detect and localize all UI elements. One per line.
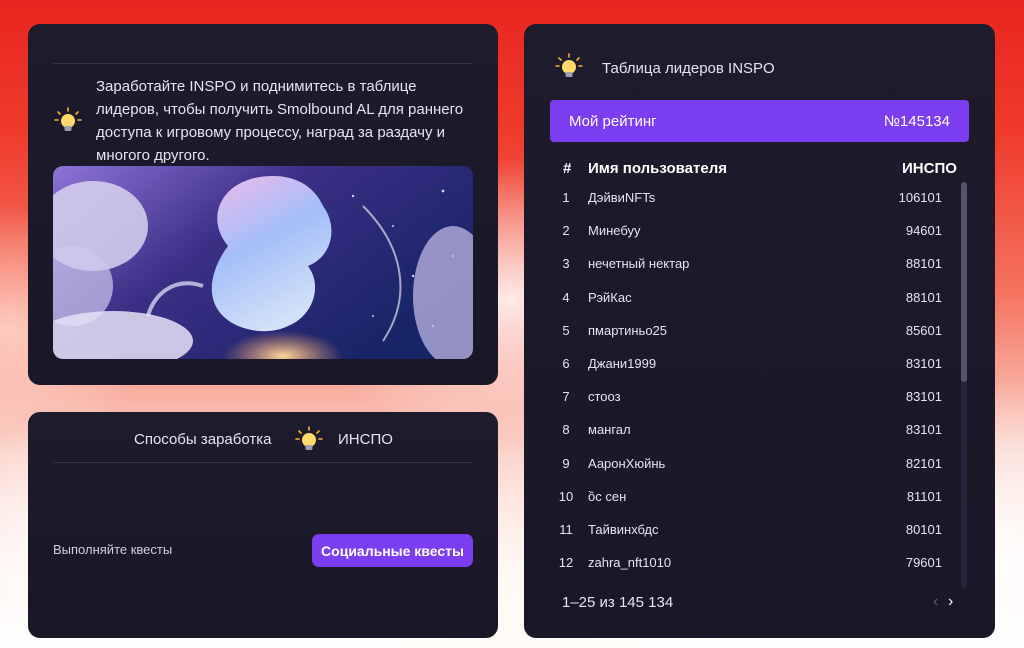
row-rank: 3 <box>562 256 570 272</box>
table-row[interactable]: 2 Минебуу 94601 <box>524 223 964 256</box>
row-score: 106101 <box>898 190 942 205</box>
intro-panel: Заработайте INSPO и поднимитесь в таблиц… <box>28 24 498 385</box>
table-row[interactable]: 3 нечетный нектар 88101 <box>524 256 964 289</box>
row-score: 83101 <box>905 356 942 371</box>
table-row[interactable]: 1 ДэйвиNFTs 106101 <box>524 190 964 223</box>
table-row[interactable]: 11 Тайвинхбдс 80101 <box>524 522 964 555</box>
row-username: АаронХюйнь <box>588 455 666 471</box>
intro-divider <box>53 63 473 64</box>
row-rank: 2 <box>562 223 570 239</box>
row-score: 83101 <box>905 422 942 438</box>
row-rank: 11 <box>559 522 573 537</box>
lightbulb-icon <box>295 426 323 450</box>
row-rank: 1 <box>562 190 570 205</box>
leaderboard-title: Таблица лидеров INSPO <box>602 60 775 77</box>
my-rank-bar[interactable]: Мой рейтинг №145134 <box>550 100 969 142</box>
hero-artwork <box>53 166 473 359</box>
lightbulb-icon <box>555 53 583 77</box>
row-username: zahra_nft1010 <box>588 555 672 571</box>
table-row[interactable]: 12 zahra_nft1010 79601 <box>524 555 964 588</box>
earn-panel: Способы заработка ИНСПО Выполняйте квест… <box>28 412 498 638</box>
header-username: Имя пользователя <box>588 160 727 177</box>
earn-title: Способы заработка <box>134 431 272 448</box>
row-rank: 8 <box>562 422 570 438</box>
leaderboard-panel: Таблица лидеров INSPO Мой рейтинг №14513… <box>524 24 995 638</box>
table-row[interactable]: 5 пмартиньо25 85601 <box>524 323 964 356</box>
lightbulb-icon <box>54 107 82 131</box>
row-rank: 12 <box>558 555 574 571</box>
row-score: 80101 <box>905 522 942 537</box>
row-username: ДэйвиNFTs <box>588 190 656 205</box>
table-row[interactable]: 6 Джани1999 83101 <box>524 356 964 389</box>
next-page-icon[interactable]: › <box>948 593 953 611</box>
row-username: стооз <box>588 389 621 405</box>
row-username: ồс сен <box>588 488 627 504</box>
header-rank: # <box>563 160 572 177</box>
row-username: мангал <box>588 422 631 438</box>
row-username: Минебуу <box>588 223 641 239</box>
earn-divider <box>53 462 473 463</box>
row-username: Тайвинхбдс <box>588 522 659 537</box>
header-score: ИНСПО <box>902 160 957 177</box>
pagination-info: 1–25 из 145 134 <box>562 594 674 611</box>
row-score: 94601 <box>905 223 942 239</box>
row-score: 81101 <box>906 488 942 504</box>
my-rank-value: №145134 <box>883 112 950 130</box>
row-username: Джани1999 <box>588 356 657 371</box>
intro-description: Заработайте INSPO и поднимитесь в таблиц… <box>96 78 464 164</box>
row-score: 85601 <box>905 322 942 338</box>
row-username: нечетный нектар <box>588 256 690 272</box>
earn-currency: ИНСПО <box>338 431 393 448</box>
table-row[interactable]: 8 мангал 83101 <box>524 422 964 455</box>
row-rank: 6 <box>562 356 570 371</box>
row-username: РэйКас <box>588 289 632 305</box>
table-row[interactable]: 7 стооз 83101 <box>524 389 964 422</box>
row-rank: 9 <box>562 455 570 471</box>
row-rank: 10 <box>558 488 574 504</box>
row-score: 79601 <box>905 555 942 571</box>
quest-label: Выполняйте квесты <box>53 542 173 557</box>
table-row[interactable]: 10 ồс сен 81101 <box>524 489 964 522</box>
prev-page-icon[interactable]: ‹ <box>933 593 938 611</box>
row-rank: 4 <box>562 289 570 305</box>
table-row[interactable]: 9 АаронХюйнь 82101 <box>524 456 964 489</box>
row-username: пмартиньо25 <box>588 322 668 338</box>
row-score: 88101 <box>905 289 942 305</box>
table-row[interactable]: 4 РэйКас 88101 <box>524 290 964 323</box>
row-score: 83101 <box>905 389 942 405</box>
row-rank: 5 <box>562 322 570 338</box>
row-score: 88101 <box>905 256 942 272</box>
my-rank-label: Мой рейтинг <box>569 112 657 130</box>
row-score: 82101 <box>905 455 942 471</box>
social-quests-button[interactable]: Социальные квесты <box>312 534 473 567</box>
scrollbar-thumb[interactable] <box>961 182 967 382</box>
row-rank: 7 <box>562 389 570 405</box>
